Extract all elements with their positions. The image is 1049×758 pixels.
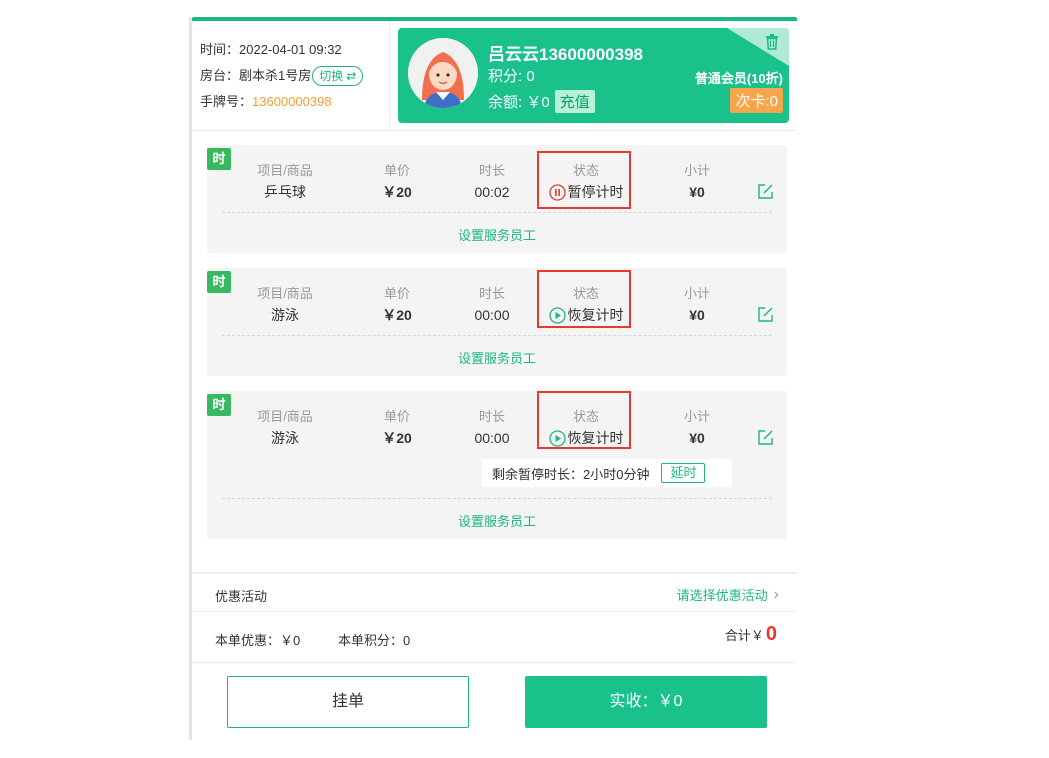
edit-icon[interactable] [757, 429, 774, 446]
item-divider [222, 498, 772, 499]
status-highlight-box [537, 270, 631, 328]
timed-tag: 时 [207, 271, 231, 293]
timed-tag: 时 [207, 148, 231, 170]
item-price: ￥20 [382, 430, 412, 446]
subtotal-header: 小计 [683, 163, 710, 178]
promotion-label: 优惠活动 [215, 589, 268, 604]
time-value: 2022-04-01 09:32 [239, 42, 342, 57]
member-level: 普通会员(10折) [694, 71, 783, 86]
item-header: 项目/商品 [257, 286, 313, 301]
item-name-col: 项目/商品 游泳 [235, 407, 335, 449]
member-balance-row: 余额: ￥0 充值 [488, 90, 595, 113]
item-header: 项目/商品 [257, 409, 313, 424]
header-divider [389, 21, 390, 131]
item-name: 游泳 [271, 307, 299, 323]
time-row: 时间： 2022-04-01 09:32 [200, 37, 390, 63]
member-name: 吕云云13600000398 [488, 45, 644, 64]
item-name-col: 项目/商品 乒乓球 [235, 161, 335, 203]
set-staff-link[interactable]: 设置服务员工 [207, 225, 787, 244]
promotion-select-label: 请选择优惠活动 [676, 588, 768, 603]
item-header: 项目/商品 [257, 163, 313, 178]
switch-room-label: 切换 [319, 69, 344, 83]
item-price-col: 单价 ￥20 [357, 284, 437, 326]
recharge-button[interactable]: 充值 [554, 90, 595, 113]
item-subtotal: ¥0 [689, 184, 705, 200]
item-divider [222, 335, 772, 336]
trash-icon[interactable] [765, 34, 779, 50]
time-label: 时间： [200, 42, 240, 57]
subtotal-header: 小计 [683, 409, 710, 424]
subtotal-header: 小计 [683, 286, 710, 301]
duration-header: 时长 [478, 409, 505, 424]
tag-value: 13600000398 [252, 94, 332, 109]
duration-header: 时长 [478, 163, 505, 178]
promotion-row: 优惠活动 请选择优惠活动 › [192, 572, 797, 612]
set-staff-link[interactable]: 设置服务员工 [207, 348, 787, 367]
item-price: ￥20 [382, 184, 412, 200]
member-points: 积分: 0 [488, 68, 535, 85]
tag-row: 手牌号： 13600000398 [200, 89, 390, 115]
status-highlight-box [537, 391, 631, 449]
set-staff-link[interactable]: 设置服务员工 [207, 511, 787, 530]
item-divider [222, 212, 772, 213]
item-duration: 00:00 [474, 430, 510, 446]
item-subtotal-col: 小计 ¥0 [657, 284, 737, 326]
item-duration: 00:02 [474, 184, 510, 200]
price-header: 单价 [383, 286, 410, 301]
promotion-select[interactable]: 请选择优惠活动 › [677, 585, 779, 604]
avatar [408, 38, 478, 108]
hold-order-button[interactable]: 挂单 [227, 676, 469, 728]
order-info: 时间： 2022-04-01 09:32 房台： 剧本杀1号房 切换 ⇄ 手牌号… [200, 37, 390, 115]
order-total: 合计￥ 0 [725, 623, 777, 646]
member-balance: 余额: ￥0 [488, 94, 550, 111]
swap-icon: ⇄ [346, 69, 357, 83]
order-panel: 时间： 2022-04-01 09:32 房台： 剧本杀1号房 切换 ⇄ 手牌号… [189, 17, 797, 740]
member-card: 吕云云13600000398 积分: 0 余额: ￥0 充值 普通会员(10折)… [398, 28, 789, 123]
edit-icon[interactable] [757, 183, 774, 200]
item-price-col: 单价 ￥20 [357, 161, 437, 203]
total-amount: 0 [765, 623, 777, 645]
item-price-col: 单价 ￥20 [357, 407, 437, 449]
room-label: 房台： [200, 68, 240, 83]
status-highlight-box [537, 151, 631, 209]
item-duration: 00:00 [474, 307, 510, 323]
chevron-right-icon: › [773, 585, 779, 603]
summary-row: 本单优惠：￥0 本单积分：0 合计￥ 0 [192, 613, 797, 663]
room-row: 房台： 剧本杀1号房 切换 ⇄ [200, 63, 390, 89]
order-item: 时 项目/商品 游泳 单价 ￥20 时长 00:00 状态 恢复计时 小计 ¥0… [207, 391, 787, 539]
order-item: 时 项目/商品 乒乓球 单价 ￥20 时长 00:02 状态 暂停计时 小计 ¥… [207, 145, 787, 253]
item-duration-col: 时长 00:02 [452, 161, 532, 203]
item-price: ￥20 [382, 307, 412, 323]
item-duration-col: 时长 00:00 [452, 407, 532, 449]
item-name-col: 项目/商品 游泳 [235, 284, 335, 326]
item-subtotal-col: 小计 ¥0 [657, 407, 737, 449]
item-duration-col: 时长 00:00 [452, 284, 532, 326]
switch-room-button[interactable]: 切换 ⇄ [312, 66, 364, 86]
price-header: 单价 [383, 163, 410, 178]
price-header: 单价 [383, 409, 410, 424]
female-avatar-icon [408, 38, 478, 108]
total-label: 合计￥ [724, 628, 764, 643]
times-card-button[interactable]: 次卡:0 [730, 88, 783, 113]
order-item: 时 项目/商品 游泳 单价 ￥20 时长 00:00 状态 恢复计时 小计 ¥0… [207, 268, 787, 376]
room-value: 剧本杀1号房 [239, 68, 312, 83]
timed-tag: 时 [207, 394, 231, 416]
item-subtotal-col: 小计 ¥0 [657, 161, 737, 203]
pause-remaining-text: 剩余暂停时长：2小时0分钟 [492, 466, 650, 482]
item-subtotal: ¥0 [689, 430, 705, 446]
order-points: 本单积分：0 [338, 633, 411, 648]
item-name: 游泳 [271, 430, 299, 446]
pay-button[interactable]: 实收：￥0 [525, 676, 767, 728]
order-header: 时间： 2022-04-01 09:32 房台： 剧本杀1号房 切换 ⇄ 手牌号… [192, 21, 797, 131]
duration-header: 时长 [478, 286, 505, 301]
edit-icon[interactable] [757, 306, 774, 323]
extend-button[interactable]: 延时 [661, 463, 706, 483]
member-card-corner [727, 28, 789, 66]
order-discount: 本单优惠：￥0 [215, 633, 301, 648]
item-subtotal: ¥0 [689, 307, 705, 323]
tag-label: 手牌号： [200, 94, 253, 109]
pause-remaining-box: 剩余暂停时长：2小时0分钟 延时 [482, 459, 732, 487]
item-name: 乒乓球 [264, 184, 306, 200]
